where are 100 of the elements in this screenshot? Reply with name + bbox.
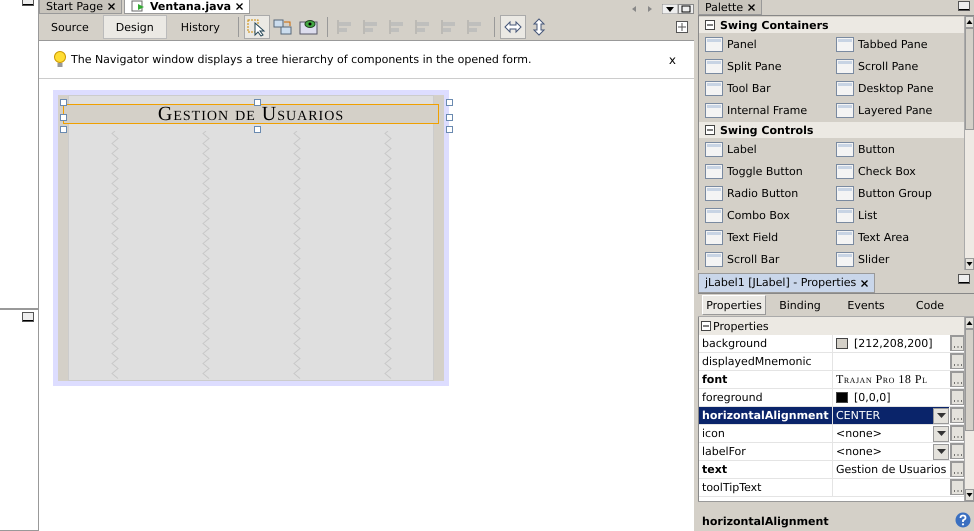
- close-icon[interactable]: [748, 4, 756, 10]
- palette-item[interactable]: Panel: [699, 33, 830, 55]
- palette-item[interactable]: Tool Bar: [699, 77, 830, 99]
- palette-item[interactable]: Text Field: [699, 226, 830, 248]
- palette-item[interactable]: Radio Button: [699, 182, 830, 204]
- component-icon: [705, 208, 723, 222]
- property-name[interactable]: font: [699, 371, 833, 388]
- properties-view-tab[interactable]: Binding: [766, 295, 834, 315]
- component-icon: [836, 230, 854, 244]
- caret-icon: [936, 449, 946, 454]
- property-value[interactable]: <none>: [836, 427, 927, 440]
- palette-item[interactable]: Text Area: [830, 226, 964, 248]
- view-tab[interactable]: Design: [102, 15, 167, 39]
- scroll-up-button[interactable]: [965, 16, 974, 28]
- document-tab[interactable]: Start Page: [39, 0, 122, 14]
- property-value[interactable]: [0,0,0]: [854, 391, 891, 404]
- palette-item[interactable]: Layered Pane: [830, 99, 964, 121]
- grid-icon[interactable]: [676, 21, 688, 33]
- form-label[interactable]: Gestion de Usuarios: [64, 105, 438, 123]
- resize-handle[interactable]: [254, 126, 261, 133]
- resize-handle[interactable]: [60, 99, 67, 106]
- component-icon: [705, 102, 723, 118]
- property-value[interactable]: Gestion de Usuarios: [836, 463, 946, 476]
- component-icon: [705, 80, 723, 96]
- palette-item[interactable]: Tabbed Pane: [830, 33, 964, 55]
- hint-text: The Navigator window displays a tree hierarchy of components in the opened form.: [71, 53, 532, 66]
- component-icon: [705, 58, 723, 74]
- scroll-down-button[interactable]: [965, 258, 974, 270]
- file-icon: [131, 0, 145, 12]
- palette-item[interactable]: Desktop Pane: [830, 77, 964, 99]
- collapse-icon[interactable]: [705, 20, 715, 30]
- resize-handle[interactable]: [446, 99, 453, 106]
- component-icon: [705, 230, 723, 244]
- ellipsis-button[interactable]: [950, 353, 964, 369]
- component-icon: [836, 186, 854, 200]
- caret-icon: [936, 431, 946, 436]
- palette-item[interactable]: Scroll Pane: [830, 55, 964, 77]
- close-icon[interactable]: [236, 2, 244, 10]
- component-icon: [705, 164, 723, 178]
- properties-tab[interactable]: jLabel1 [JLabel] - Properties: [698, 273, 876, 293]
- scroll-down-button[interactable]: [965, 489, 974, 501]
- properties-view-tab[interactable]: Events: [834, 295, 898, 315]
- properties-view-tab[interactable]: Code: [898, 295, 962, 315]
- component-icon: [836, 58, 854, 74]
- document-tab[interactable]: Ventana.java: [124, 0, 250, 14]
- close-button[interactable]: x: [668, 52, 676, 66]
- palette-item[interactable]: List: [830, 204, 964, 226]
- palette-item[interactable]: Button: [830, 138, 964, 160]
- component-icon: [836, 252, 854, 266]
- ellipsis-button[interactable]: [950, 371, 964, 387]
- property-value[interactable]: [212,208,200]: [854, 337, 933, 350]
- caret-icon: [936, 413, 946, 418]
- palette-item[interactable]: Slider: [830, 248, 964, 270]
- palette-item[interactable]: Check Box: [830, 160, 964, 182]
- dropdown-icon[interactable]: [662, 4, 678, 14]
- scrollbar[interactable]: [964, 16, 974, 270]
- close-icon[interactable]: [108, 2, 115, 10]
- palette-item[interactable]: Scroll Bar: [699, 248, 830, 270]
- property-name[interactable]: labelFor: [699, 443, 833, 460]
- property-name[interactable]: background: [699, 335, 833, 352]
- component-icon: [705, 186, 723, 200]
- dropdown-button[interactable]: [933, 444, 949, 460]
- help-icon[interactable]: [955, 512, 971, 528]
- dropdown-button[interactable]: [933, 426, 949, 442]
- property-name[interactable]: icon: [699, 425, 833, 442]
- component-icon: [836, 142, 854, 156]
- property-value[interactable]: Trajan Pro 18 Pl: [836, 372, 928, 387]
- palette-item[interactable]: Toggle Button: [699, 160, 830, 182]
- scrollbar[interactable]: [964, 317, 974, 501]
- component-icon: [705, 36, 723, 52]
- collapse-icon[interactable]: [701, 321, 711, 331]
- minimize-icon[interactable]: [22, 312, 34, 322]
- minimize-icon[interactable]: [958, 274, 970, 284]
- property-name[interactable]: toolTipText: [699, 479, 833, 496]
- palette-item[interactable]: Split Pane: [699, 55, 830, 77]
- resize-handle[interactable]: [254, 99, 261, 106]
- palette-item[interactable]: Combo Box: [699, 204, 830, 226]
- property-section[interactable]: Properties: [713, 320, 769, 332]
- collapse-icon[interactable]: [705, 125, 715, 135]
- minimize-icon[interactable]: [958, 1, 970, 11]
- dropdown-button[interactable]: [933, 408, 949, 424]
- scroll-up-button[interactable]: [965, 317, 974, 329]
- ellipsis-button[interactable]: [950, 335, 964, 351]
- properties-view-tab[interactable]: Properties: [702, 295, 766, 315]
- component-icon: [836, 164, 854, 178]
- property-name[interactable]: text: [699, 461, 833, 478]
- property-value[interactable]: <none>: [836, 445, 927, 458]
- property-name[interactable]: horizontalAlignment: [699, 407, 833, 424]
- maximize-icon[interactable]: [678, 4, 694, 14]
- palette-tab[interactable]: Palette: [698, 0, 762, 15]
- horizontal-resize-icon[interactable]: [500, 16, 525, 38]
- close-icon[interactable]: [861, 280, 868, 286]
- palette-item[interactable]: Button Group: [830, 182, 964, 204]
- selection-mode-icon[interactable]: [244, 16, 269, 38]
- palette-item[interactable]: Label: [699, 138, 830, 160]
- property-name[interactable]: foreground: [699, 389, 833, 406]
- component-icon: [836, 80, 854, 96]
- palette-item[interactable]: Internal Frame: [699, 99, 830, 121]
- property-name[interactable]: displayedMnemonic: [699, 353, 833, 370]
- component-icon: [836, 102, 854, 118]
